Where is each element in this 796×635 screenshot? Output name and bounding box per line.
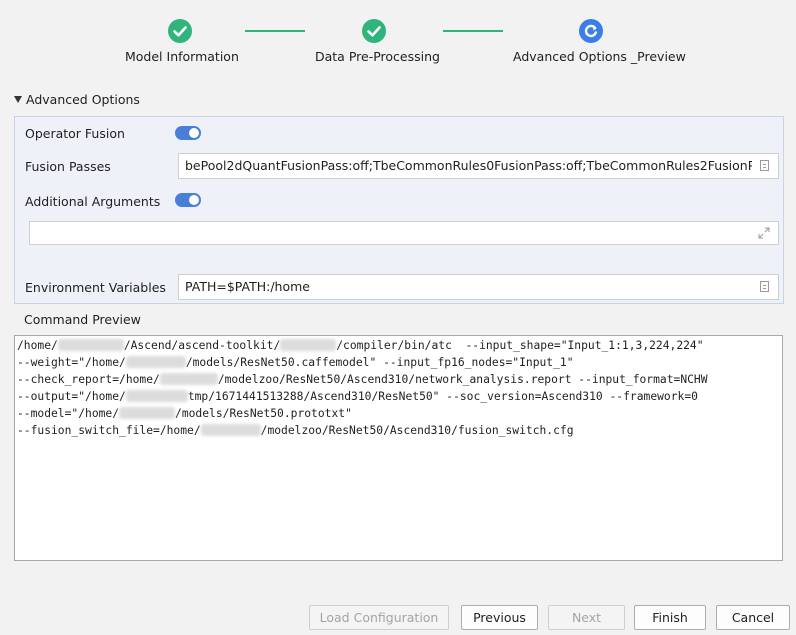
command-preview-label: Command Preview bbox=[24, 312, 141, 327]
operator-fusion-toggle[interactable] bbox=[175, 126, 201, 140]
fusion-passes-value: bePool2dQuantFusionPass:off;TbeCommonRul… bbox=[185, 158, 752, 173]
load-configuration-button[interactable]: Load Configuration bbox=[309, 605, 449, 630]
finish-button[interactable]: Finish bbox=[634, 605, 706, 630]
previous-button[interactable]: Previous bbox=[461, 605, 538, 630]
command-line: /home//Ascend/ascend-toolkit//compiler/b… bbox=[17, 339, 704, 352]
step-connector bbox=[443, 30, 503, 32]
expand-icon[interactable] bbox=[758, 227, 770, 239]
operator-fusion-label: Operator Fusion bbox=[25, 126, 125, 141]
redacted-text bbox=[57, 339, 124, 351]
check-circle-icon bbox=[362, 19, 386, 43]
advanced-options-header[interactable]: Advanced Options bbox=[14, 92, 140, 107]
document-icon[interactable] bbox=[760, 160, 769, 171]
command-preview-textarea[interactable]: /home//Ascend/ascend-toolkit//compiler/b… bbox=[14, 335, 783, 561]
additional-arguments-toggle[interactable] bbox=[175, 193, 201, 207]
redacted-text bbox=[125, 390, 188, 402]
environment-variables-label: Environment Variables bbox=[25, 280, 166, 295]
command-line: --weight="/home//models/ResNet50.caffemo… bbox=[17, 356, 574, 369]
fusion-passes-input[interactable]: bePool2dQuantFusionPass:off;TbeCommonRul… bbox=[178, 153, 779, 179]
redacted-text bbox=[200, 424, 261, 436]
step-label-data-pre-processing: Data Pre-Processing bbox=[315, 49, 440, 64]
command-line: --output="/home/tmp/1671441513288/Ascend… bbox=[17, 390, 698, 403]
triangle-down-icon bbox=[14, 96, 22, 103]
document-icon[interactable] bbox=[760, 281, 769, 292]
step-label-advanced-options-preview: Advanced Options _Preview bbox=[513, 49, 686, 64]
toggle-knob bbox=[189, 195, 199, 205]
command-line: --check_report=/home//modelzoo/ResNet50/… bbox=[17, 373, 708, 386]
redacted-text bbox=[280, 339, 337, 351]
redacted-text bbox=[119, 407, 176, 419]
step-connector bbox=[245, 30, 305, 32]
additional-arguments-input[interactable] bbox=[29, 221, 779, 245]
additional-arguments-label: Additional Arguments bbox=[25, 194, 161, 209]
command-line: --model="/home//models/ResNet50.prototxt… bbox=[17, 407, 352, 420]
environment-variables-value: PATH=$PATH:/home bbox=[185, 279, 310, 294]
fusion-passes-label: Fusion Passes bbox=[25, 159, 111, 174]
cancel-button[interactable]: Cancel bbox=[716, 605, 790, 630]
advanced-options-title: Advanced Options bbox=[26, 92, 140, 107]
command-line: --fusion_switch_file=/home//modelzoo/Res… bbox=[17, 424, 574, 437]
refresh-circle-icon bbox=[579, 19, 603, 43]
redacted-text bbox=[125, 356, 186, 368]
advanced-options-panel: Operator Fusion Fusion Passes bePool2dQu… bbox=[14, 116, 784, 304]
next-button[interactable]: Next bbox=[548, 605, 625, 630]
environment-variables-input[interactable]: PATH=$PATH:/home bbox=[178, 274, 779, 300]
step-label-model-information: Model Information bbox=[125, 49, 239, 64]
toggle-knob bbox=[189, 128, 199, 138]
check-circle-icon bbox=[168, 19, 192, 43]
redacted-text bbox=[159, 373, 218, 385]
